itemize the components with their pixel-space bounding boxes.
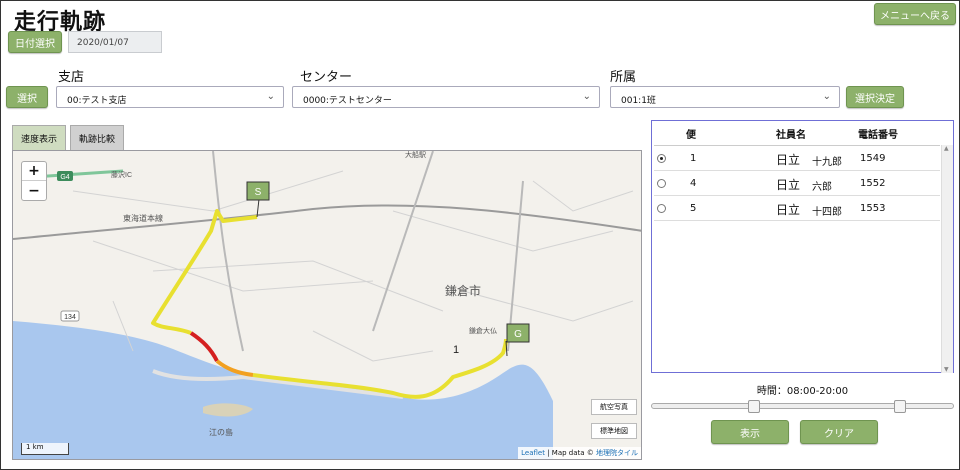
select-button[interactable]: 選択 — [6, 86, 48, 108]
route-segment-slow — [189, 331, 219, 362]
row-radio[interactable] — [657, 154, 666, 163]
place-label: 藤沢IC — [111, 170, 132, 179]
zoom-control: + − — [21, 161, 47, 201]
dept-select[interactable]: 001:1班 ⌄ — [610, 86, 840, 108]
road-shield-label: G4 — [60, 174, 69, 181]
island-label: 江の島 — [209, 427, 233, 437]
phone-header: 電話番号 — [858, 130, 898, 141]
goal-marker-label: G — [514, 329, 522, 340]
railway-line — [13, 204, 641, 240]
driver-row[interactable]: 1 日立 十九郎 1549 — [654, 146, 940, 171]
route-number-label: 1 — [453, 344, 459, 356]
tab-speed-display[interactable]: 速度表示 — [12, 125, 66, 150]
employee-last-name: 日立 — [776, 153, 801, 167]
route-shield-label: 134 — [64, 314, 76, 321]
tab-track-compare[interactable]: 軌跡比較 — [70, 125, 124, 150]
list-scrollbar[interactable] — [941, 145, 953, 373]
place-label: 大船駅 — [405, 151, 426, 159]
map-canvas: S G 1 鎌倉市 東海道本線 鎌倉大仏 大船駅 藤沢IC 江の島 G4 134 — [13, 151, 641, 459]
row-radio[interactable] — [657, 179, 666, 188]
chevron-down-icon: ⌄ — [822, 91, 831, 102]
back-to-menu-button[interactable]: メニューへ戻る — [874, 3, 956, 25]
range-end-handle[interactable] — [894, 400, 906, 413]
date-select-button[interactable]: 日付選択 — [8, 31, 62, 53]
station-label: 鎌倉大仏 — [469, 326, 497, 335]
driver-list-panel: 便 社員名 電話番号 1 日立 十九郎 1549 4 日立 六郎 1552 5 … — [651, 120, 954, 373]
row-radio[interactable] — [657, 204, 666, 213]
route-segment-fast — [151, 209, 258, 335]
standard-map-button[interactable]: 標準地図 — [591, 423, 637, 439]
leaflet-link[interactable]: Leaflet — [521, 449, 545, 457]
route-map[interactable]: S G 1 鎌倉市 東海道本線 鎌倉大仏 大船駅 藤沢IC 江の島 G4 134… — [12, 150, 642, 460]
employee-first-name: 十四郎 — [812, 207, 842, 218]
date-field[interactable]: 2020/01/07 — [68, 31, 162, 53]
bin-header: 便 — [686, 130, 696, 141]
employee-first-name: 六郎 — [812, 182, 832, 193]
employee-last-name: 日立 — [776, 178, 801, 192]
main-road — [212, 151, 244, 352]
phone-cell: 1549 — [860, 153, 886, 164]
employee-header: 社員名 — [776, 130, 806, 141]
phone-cell: 1552 — [860, 178, 886, 189]
employee-first-name: 十九郎 — [812, 157, 842, 168]
confirm-selection-button[interactable]: 選択決定 — [846, 86, 904, 108]
driver-row[interactable]: 5 日立 十四郎 1553 — [654, 196, 940, 221]
dept-label: 所属 — [610, 70, 637, 85]
attribution-text: | Map data © — [544, 449, 596, 457]
range-start-handle[interactable] — [748, 400, 760, 413]
phone-cell: 1553 — [860, 203, 886, 214]
zoom-in-button[interactable]: + — [22, 162, 46, 181]
zoom-out-button[interactable]: − — [22, 181, 46, 200]
railway-label: 東海道本線 — [123, 213, 163, 223]
start-marker-label: S — [255, 187, 262, 198]
bin-cell: 1 — [690, 153, 697, 164]
time-range-slider[interactable] — [651, 400, 954, 413]
time-range-label: 時間：08:00-20:00 — [756, 386, 849, 397]
chevron-down-icon: ⌄ — [582, 91, 591, 102]
clear-button[interactable]: クリア — [800, 420, 878, 444]
branch-label: 支店 — [58, 70, 85, 85]
scale-bar: 1 km — [21, 443, 69, 455]
branch-select[interactable]: 00:テスト支店 ⌄ — [56, 86, 284, 108]
center-select[interactable]: 0000:テストセンター ⌄ — [292, 86, 600, 108]
branch-select-value: 00:テスト支店 — [67, 96, 127, 106]
driver-list: 1 日立 十九郎 1549 4 日立 六郎 1552 5 日立 十四郎 1553 — [654, 145, 940, 373]
map-attribution: Leaflet | Map data © 地理院タイル — [518, 447, 641, 459]
chevron-down-icon: ⌄ — [266, 91, 275, 102]
gsi-tile-link[interactable]: 地理院タイル — [596, 449, 638, 457]
city-label: 鎌倉市 — [445, 283, 481, 298]
sea-area — [13, 321, 553, 459]
show-button[interactable]: 表示 — [711, 420, 789, 444]
driver-row[interactable]: 4 日立 六郎 1552 — [654, 171, 940, 196]
dept-select-value: 001:1班 — [621, 96, 656, 106]
center-label: センター — [300, 70, 353, 85]
center-select-value: 0000:テストセンター — [303, 96, 392, 106]
bin-cell: 5 — [690, 203, 697, 214]
minor-roads — [72, 170, 634, 362]
aerial-photo-button[interactable]: 航空写真 — [591, 399, 637, 415]
employee-last-name: 日立 — [776, 203, 801, 217]
bin-cell: 4 — [690, 178, 697, 189]
